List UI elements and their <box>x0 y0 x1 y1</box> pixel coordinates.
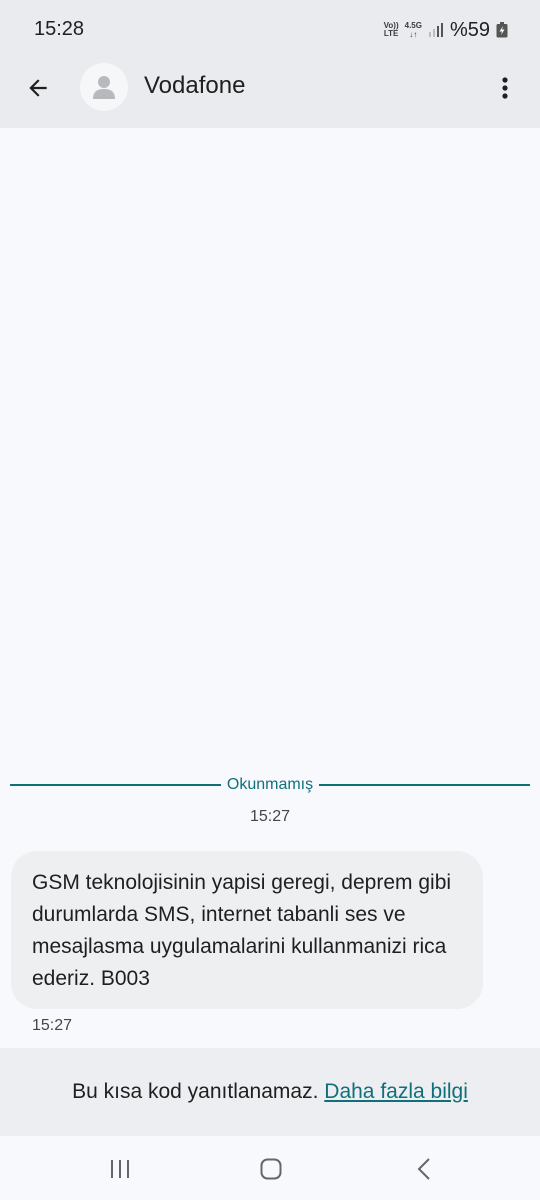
more-vert-icon <box>502 77 508 99</box>
volte-icon: Vo)) LTE <box>384 22 399 38</box>
home-button[interactable] <box>251 1154 291 1184</box>
person-icon <box>93 76 115 99</box>
battery-charging-icon <box>496 22 508 38</box>
recents-button[interactable] <box>100 1154 140 1184</box>
nav-back-icon <box>417 1158 430 1180</box>
signal-icon <box>428 23 443 37</box>
conversation-header: Vodafone <box>0 60 540 128</box>
unread-divider: Okunmamış <box>10 774 530 796</box>
navigation-bar <box>0 1136 540 1200</box>
learn-more-link[interactable]: Daha fazla bilgi <box>324 1080 468 1103</box>
recents-icon <box>111 1160 129 1178</box>
avatar[interactable] <box>80 63 128 111</box>
message-time: 15:27 <box>32 1017 73 1034</box>
reply-notice-text: Bu kısa kod yanıtlanamaz. <box>72 1080 319 1103</box>
conversation-timestamp: 15:27 <box>249 808 291 825</box>
network-type-label: 4.5G <box>404 21 422 30</box>
network-type-icon: 4.5G ↓↑ <box>405 21 422 39</box>
message-text: GSM teknolojisinin yapisi geregi, deprem… <box>32 871 452 990</box>
back-button[interactable] <box>18 68 58 108</box>
reply-notice: Bu kısa kod yanıtlanamaz. Daha fazla bil… <box>0 1080 540 1104</box>
divider-line-right <box>319 784 530 786</box>
nav-back-button[interactable] <box>404 1154 444 1184</box>
arrow-left-icon <box>29 79 47 97</box>
divider-line-left <box>10 784 221 786</box>
data-arrows-icon: ↓↑ <box>409 30 418 39</box>
battery-percent: %59 <box>449 18 490 41</box>
status-icons: Vo)) LTE 4.5G ↓↑ %59 <box>384 18 508 42</box>
status-bar: 15:28 Vo)) LTE 4.5G ↓↑ %59 <box>0 0 540 60</box>
contact-name[interactable]: Vodafone <box>144 72 245 100</box>
home-icon <box>260 1158 282 1180</box>
status-time: 15:28 <box>34 18 85 40</box>
unread-label: Okunmamış <box>226 776 314 793</box>
more-options-button[interactable] <box>488 68 522 108</box>
message-bubble[interactable]: GSM teknolojisinin yapisi geregi, deprem… <box>11 851 483 1009</box>
volte-bottom-label: LTE <box>383 29 399 38</box>
